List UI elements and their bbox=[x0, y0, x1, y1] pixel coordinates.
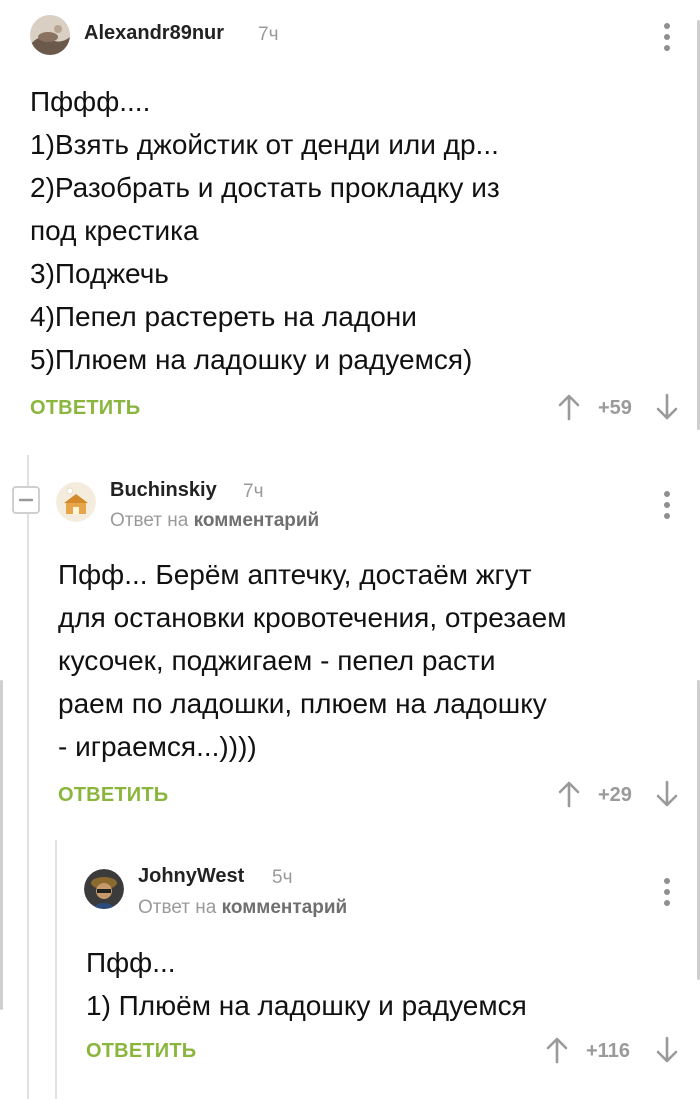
downvote-arrow-icon[interactable] bbox=[656, 1036, 678, 1069]
upvote-arrow-icon[interactable] bbox=[558, 393, 580, 426]
rating: +29 bbox=[598, 784, 632, 806]
more-vertical-icon[interactable] bbox=[663, 491, 671, 524]
author-name[interactable]: JohnyWest bbox=[138, 865, 244, 888]
avatar[interactable] bbox=[30, 15, 70, 55]
reply-to-prefix: Ответ на bbox=[110, 510, 189, 531]
reply-to-link[interactable]: комментарий bbox=[222, 897, 348, 918]
collapse-icon[interactable] bbox=[12, 486, 40, 514]
more-vertical-icon[interactable] bbox=[663, 23, 671, 56]
more-vertical-icon[interactable] bbox=[663, 878, 671, 911]
author-name[interactable]: Alexandr89nur bbox=[84, 22, 224, 45]
reply-to-prefix: Ответ на bbox=[138, 897, 217, 918]
author-name[interactable]: Buchinskiy bbox=[110, 479, 217, 502]
avatar[interactable] bbox=[84, 869, 124, 909]
downvote-arrow-icon[interactable] bbox=[656, 393, 678, 426]
thread-line bbox=[27, 455, 29, 1099]
upvote-arrow-icon[interactable] bbox=[558, 780, 580, 813]
comment-time: 5ч bbox=[272, 867, 293, 888]
comment-time: 7ч bbox=[243, 481, 264, 502]
rating: +59 bbox=[598, 397, 632, 419]
comment-body: Пфф... 1) Плюём на ладошку и радуемся bbox=[86, 947, 527, 1021]
comment-time: 7ч bbox=[258, 24, 279, 45]
reply-button[interactable]: ОТВЕТИТЬ bbox=[86, 1040, 196, 1063]
downvote-arrow-icon[interactable] bbox=[656, 780, 678, 813]
thread-line-nested bbox=[55, 840, 57, 1099]
reply-button[interactable]: ОТВЕТИТЬ bbox=[58, 784, 168, 807]
rating: +116 bbox=[586, 1040, 630, 1062]
upvote-arrow-icon[interactable] bbox=[546, 1036, 568, 1069]
reply-to-line: Ответ на комментарий bbox=[138, 897, 347, 919]
reply-to-line: Ответ на комментарий bbox=[110, 510, 319, 532]
avatar[interactable] bbox=[56, 482, 96, 522]
reply-to-link[interactable]: комментарий bbox=[194, 510, 320, 531]
reply-button[interactable]: ОТВЕТИТЬ bbox=[30, 397, 140, 420]
scroll-edge-left bbox=[0, 680, 3, 1010]
comment-body: Пфф... Берём аптечку, достаём жгут для о… bbox=[58, 559, 567, 762]
comment-body: Пффф.... 1)Взять джойстик от денди или д… bbox=[30, 86, 500, 375]
